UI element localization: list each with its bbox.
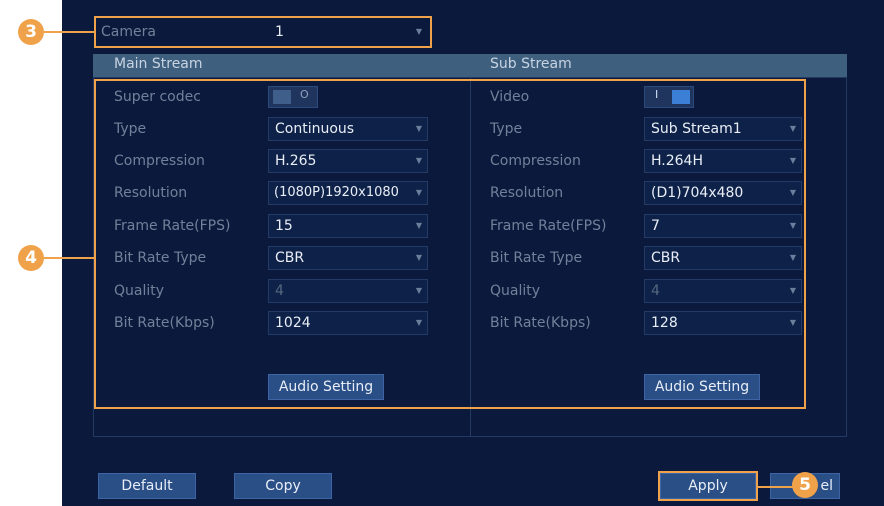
callout-4-badge: 4 (18, 245, 44, 271)
apply-highlight-box (658, 471, 758, 501)
callout-3-leader (40, 31, 96, 33)
stream-header-bar (93, 54, 847, 77)
default-button[interactable]: Default (98, 473, 196, 499)
cancel-button-label: el (820, 478, 833, 494)
callout-4-leader (40, 257, 96, 259)
main-stream-title: Main Stream (114, 56, 203, 72)
camera-highlight-box (94, 16, 432, 48)
callout-3-badge: 3 (18, 19, 44, 45)
sub-stream-title: Sub Stream (490, 56, 572, 72)
streams-highlight-box (94, 79, 806, 409)
callout-5-badge: 5 (792, 472, 818, 498)
copy-button[interactable]: Copy (234, 473, 332, 499)
callout-5-leader (756, 486, 794, 488)
